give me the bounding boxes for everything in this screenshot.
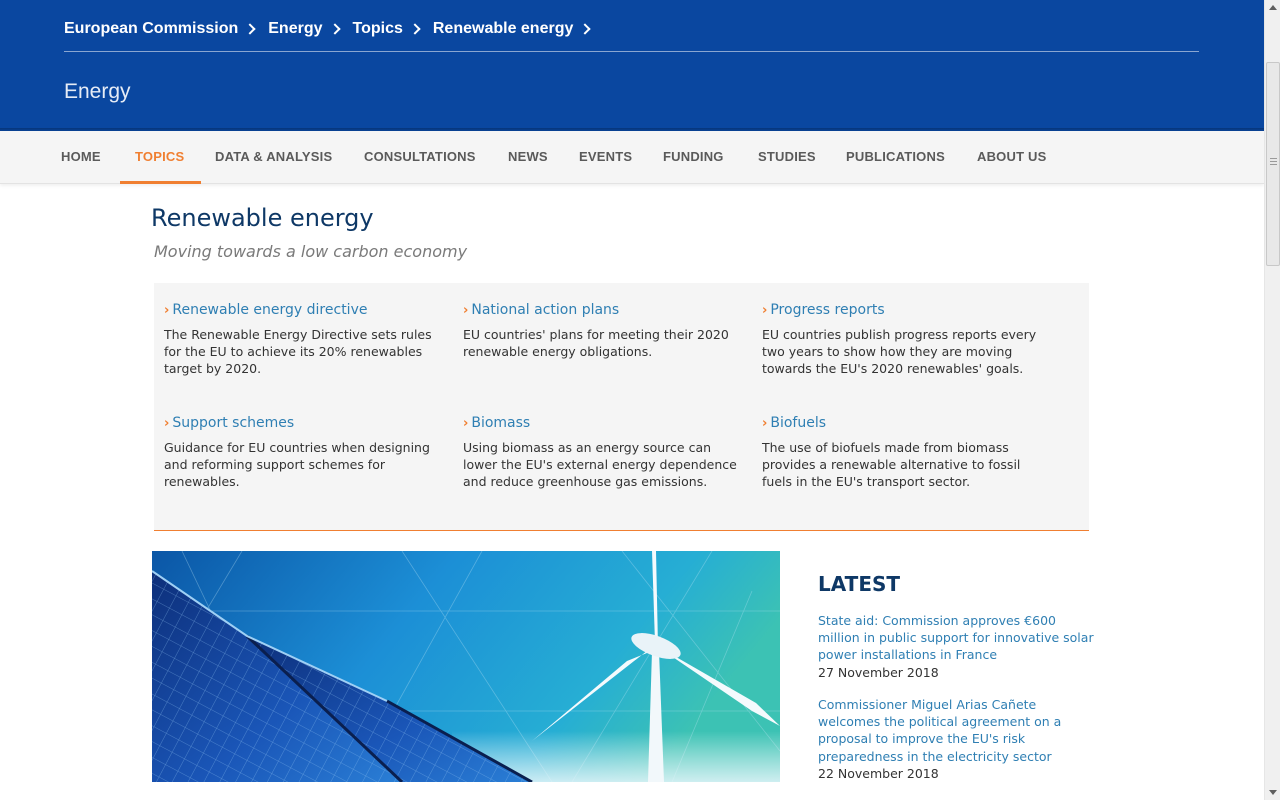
- topic-card: › Renewable energy directive The Renewabl…: [164, 302, 439, 378]
- nav-news[interactable]: NEWS: [508, 131, 548, 184]
- topic-title: Biofuels: [770, 415, 827, 431]
- breadcrumb: European Commission Energy Topics Renewa…: [64, 18, 603, 40]
- chevron-right-icon: [244, 23, 256, 35]
- news-link[interactable]: Commissioner Miguel Arias Cañete welcome…: [818, 696, 1098, 765]
- news-date: 22 November 2018: [818, 765, 939, 781]
- nav-studies[interactable]: STUDIES: [758, 131, 816, 184]
- main-navigation: HOME TOPICS DATA & ANALYSIS CONSULTATION…: [0, 131, 1264, 184]
- breadcrumb-topics[interactable]: Topics: [353, 20, 403, 38]
- topic-link-progress-reports[interactable]: › Progress reports: [762, 302, 1037, 318]
- topic-link-biofuels[interactable]: › Biofuels: [762, 415, 1037, 431]
- breadcrumb-renewable-energy[interactable]: Renewable energy: [433, 20, 574, 38]
- chevron-right-icon: [579, 23, 592, 35]
- topic-card: › National action plans EU countries' pla…: [463, 302, 738, 360]
- topic-description: Using biomass as an energy source can lo…: [463, 440, 737, 490]
- nav-data-analysis[interactable]: DATA & ANALYSIS: [215, 131, 332, 184]
- site-header: European Commission Energy Topics Renewa…: [0, 0, 1264, 132]
- nav-home[interactable]: HOME: [61, 131, 101, 184]
- topic-card: › Progress reports EU countries publish p…: [762, 302, 1037, 378]
- topic-title: Biomass: [471, 415, 531, 431]
- chevron-right-icon: ›: [463, 303, 469, 318]
- arrow-down-icon: [1269, 790, 1277, 795]
- topic-description: Guidance for EU countries when designing…: [164, 440, 430, 490]
- scroll-down-button[interactable]: [1265, 784, 1280, 800]
- scroll-up-button[interactable]: [1265, 0, 1280, 16]
- vertical-scrollbar[interactable]: [1264, 0, 1280, 800]
- topic-link-national-action-plans[interactable]: › National action plans: [463, 302, 738, 318]
- breadcrumb-european-commission[interactable]: European Commission: [64, 20, 238, 38]
- arrow-up-icon: [1269, 5, 1277, 10]
- nav-active-indicator: [120, 181, 201, 184]
- latest-heading: LATEST: [818, 572, 901, 596]
- topic-card: › Biomass Using biomass as an energy sour…: [463, 415, 738, 491]
- topic-description: EU countries publish progress reports ev…: [762, 327, 1037, 377]
- news-date: 27 November 2018: [818, 664, 939, 680]
- topic-title: Renewable energy directive: [172, 302, 368, 318]
- grip-line: [1270, 158, 1277, 159]
- topic-card: › Biofuels The use of biofuels made from …: [762, 415, 1037, 491]
- topic-card: › Support schemes Guidance for EU countri…: [164, 415, 439, 491]
- chevron-right-icon: ›: [762, 416, 768, 431]
- header-divider: [64, 51, 1199, 52]
- page-title: Renewable energy: [151, 204, 374, 232]
- nav-topics[interactable]: TOPICS: [135, 131, 184, 184]
- nav-funding[interactable]: FUNDING: [663, 131, 724, 184]
- scrollbar-thumb[interactable]: [1266, 62, 1280, 266]
- hero-illustration: [152, 551, 780, 782]
- site-name: Energy: [64, 80, 131, 103]
- chevron-right-icon: ›: [762, 303, 768, 318]
- topic-link-renewable-energy-directive[interactable]: › Renewable energy directive: [164, 302, 439, 318]
- news-item: State aid: Commission approves €600 mill…: [818, 612, 1098, 681]
- topic-title: Progress reports: [770, 302, 885, 318]
- chevron-right-icon: ›: [164, 416, 170, 431]
- news-link[interactable]: State aid: Commission approves €600 mill…: [818, 612, 1098, 664]
- nav-events[interactable]: EVENTS: [579, 131, 632, 184]
- hero-image-solar-wind: [152, 551, 780, 782]
- topic-link-biomass[interactable]: › Biomass: [463, 415, 738, 431]
- topic-description: EU countries' plans for meeting their 20…: [463, 327, 729, 360]
- chevron-right-icon: ›: [463, 416, 469, 431]
- topic-title: Support schemes: [172, 415, 295, 431]
- chevron-right-icon: [328, 23, 341, 35]
- topics-panel: › Renewable energy directive The Renewabl…: [154, 283, 1089, 531]
- topic-description: The Renewable Energy Directive sets rule…: [164, 327, 432, 377]
- topic-title: National action plans: [471, 302, 620, 318]
- breadcrumb-energy[interactable]: Energy: [268, 20, 322, 38]
- nav-about-us[interactable]: ABOUT US: [977, 131, 1047, 184]
- page: European Commission Energy Topics Renewa…: [0, 0, 1264, 800]
- grip-line: [1270, 164, 1277, 165]
- chevron-right-icon: ›: [164, 303, 170, 318]
- chevron-right-icon: [409, 23, 421, 35]
- nav-consultations[interactable]: CONSULTATIONS: [364, 131, 476, 184]
- grip-line: [1270, 161, 1277, 162]
- topic-description: The use of biofuels made from biomass pr…: [762, 440, 1021, 490]
- news-item: Commissioner Miguel Arias Cañete welcome…: [818, 696, 1098, 782]
- nav-publications[interactable]: PUBLICATIONS: [846, 131, 945, 184]
- topic-link-support-schemes[interactable]: › Support schemes: [164, 415, 439, 431]
- page-subtitle: Moving towards a low carbon economy: [154, 242, 468, 261]
